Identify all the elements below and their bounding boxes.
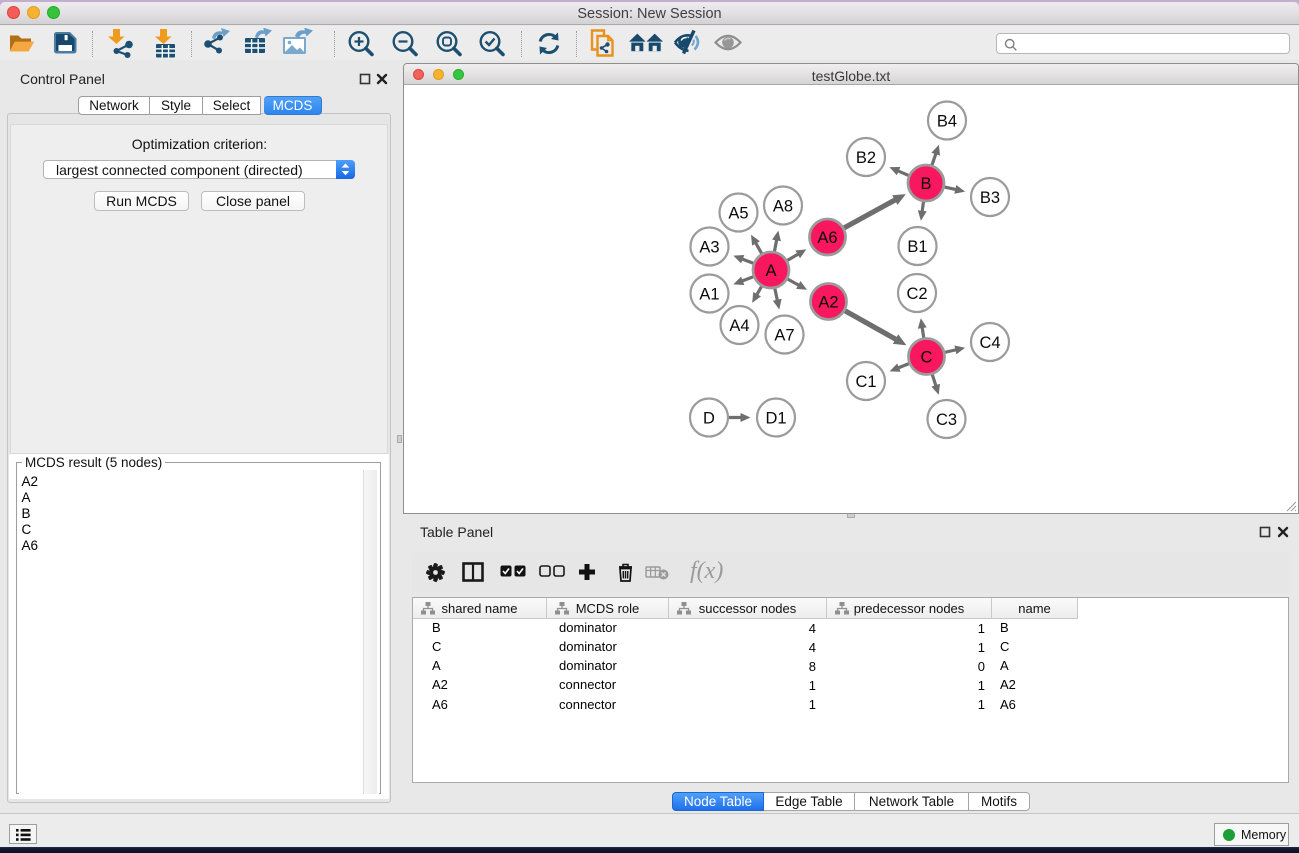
svg-text:C3: C3 <box>936 411 957 429</box>
svg-text:A: A <box>765 262 776 280</box>
svg-text:C1: C1 <box>855 373 876 391</box>
svg-text:B3: B3 <box>980 189 1000 207</box>
svg-text:B: B <box>920 175 931 193</box>
svg-text:B1: B1 <box>907 238 927 256</box>
svg-text:A1: A1 <box>699 286 719 304</box>
svg-text:A2: A2 <box>818 294 838 312</box>
svg-text:A8: A8 <box>773 198 793 216</box>
svg-text:C: C <box>921 349 933 367</box>
svg-text:A5: A5 <box>728 205 748 223</box>
svg-text:A3: A3 <box>699 239 719 257</box>
svg-text:C4: C4 <box>979 334 1000 352</box>
svg-text:D1: D1 <box>765 410 786 428</box>
svg-text:B2: B2 <box>856 149 876 167</box>
svg-text:A7: A7 <box>774 327 794 345</box>
svg-text:C2: C2 <box>906 285 927 303</box>
svg-text:B4: B4 <box>937 113 957 131</box>
svg-text:A6: A6 <box>817 229 837 247</box>
svg-text:A4: A4 <box>729 317 749 335</box>
svg-text:D: D <box>703 410 715 428</box>
